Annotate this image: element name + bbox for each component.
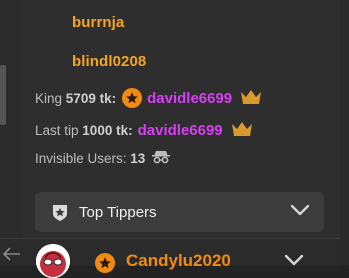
shield-star-icon bbox=[51, 202, 69, 222]
crown-icon bbox=[240, 89, 262, 108]
invisible-users-row: Invisible Users: 13 bbox=[35, 150, 171, 167]
king-label: King bbox=[35, 90, 63, 106]
chevron-down-icon[interactable] bbox=[290, 203, 310, 222]
arrow-left-icon[interactable] bbox=[2, 247, 22, 266]
invisible-label: Invisible Users: bbox=[35, 151, 127, 166]
top-tippers-dropdown[interactable]: Top Tippers bbox=[35, 192, 324, 232]
scrollbar-thumb[interactable] bbox=[0, 65, 6, 125]
invisible-count: 13 bbox=[130, 151, 146, 166]
crown-icon bbox=[231, 121, 253, 140]
king-username[interactable]: davidle6699 bbox=[147, 90, 232, 107]
star-badge-icon bbox=[95, 253, 115, 273]
chevron-down-icon[interactable] bbox=[284, 253, 304, 271]
avatar[interactable] bbox=[36, 244, 70, 278]
viewer-name[interactable]: blindl0208 bbox=[72, 53, 146, 70]
bottom-username[interactable]: Candylu2020 bbox=[126, 251, 231, 271]
last-tip-row: Last tip 1000 tk: davidle6699 bbox=[35, 121, 253, 140]
bottom-user-bar: Candylu2020 bbox=[0, 238, 340, 278]
king-row: King 5709 tk: davidle6699 bbox=[35, 88, 262, 108]
last-tip-amount: 1000 tk: bbox=[82, 123, 133, 138]
spy-icon bbox=[151, 150, 171, 167]
right-edge bbox=[340, 0, 349, 265]
last-tip-label: Last tip bbox=[35, 123, 79, 138]
top-tippers-label: Top Tippers bbox=[79, 203, 157, 221]
star-badge-icon bbox=[122, 88, 143, 108]
viewer-name[interactable]: burrnja bbox=[72, 14, 124, 31]
last-tip-username[interactable]: davidle6699 bbox=[138, 122, 223, 139]
left-scroll-strip bbox=[0, 0, 22, 265]
king-amount: 5709 tk: bbox=[65, 90, 117, 106]
